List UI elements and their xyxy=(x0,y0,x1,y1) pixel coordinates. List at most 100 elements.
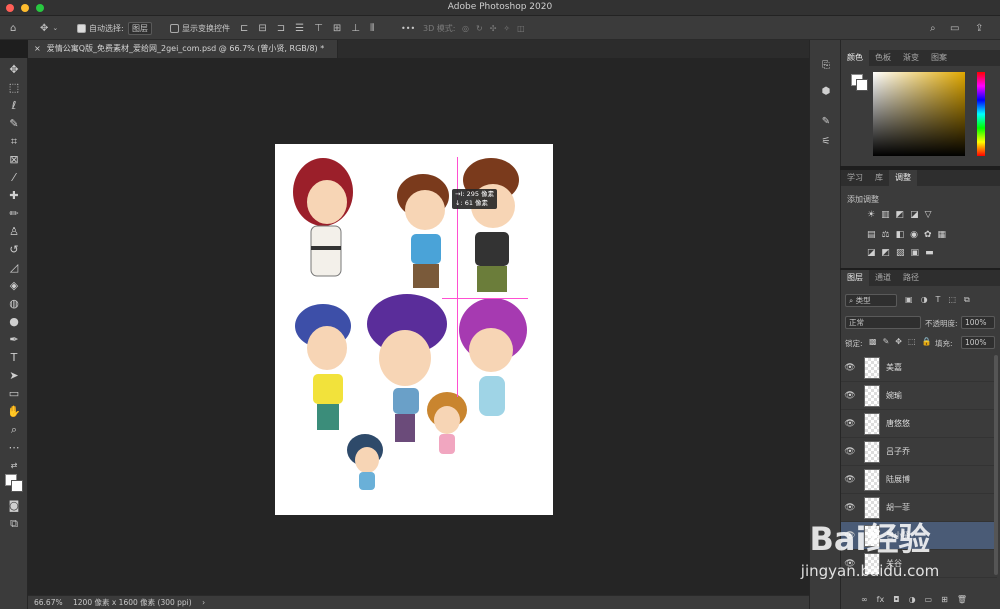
filter-adjustment-icon[interactable]: ◑ xyxy=(921,295,928,305)
tab-adjustments[interactable]: 调整 xyxy=(889,170,917,186)
filter-type-icon[interactable]: T xyxy=(936,295,941,305)
delete-layer-icon[interactable]: 🗑 xyxy=(957,595,967,604)
align-middle-icon[interactable]: ⊞ xyxy=(333,23,341,34)
layer-style-icon[interactable]: fx xyxy=(877,595,885,604)
invert-icon[interactable]: ◪ xyxy=(867,248,876,258)
background-color-swatch[interactable] xyxy=(11,480,23,492)
tab-swatches[interactable]: 色板 xyxy=(869,50,897,66)
filter-smart-icon[interactable]: ⧉ xyxy=(964,295,970,305)
layer-row[interactable]: 👁 婉瑜 xyxy=(841,382,997,410)
show-transform-checkbox[interactable]: 显示变换控件 xyxy=(170,21,230,35)
curves-icon[interactable]: ◩ xyxy=(896,210,905,220)
layer-row[interactable]: 👁 美嘉 xyxy=(841,354,997,382)
zoom-tool-icon[interactable]: ⌕ xyxy=(4,422,24,438)
brush-tool-icon[interactable]: ✏ xyxy=(4,206,24,222)
visibility-eye-icon[interactable]: 👁 xyxy=(841,363,859,373)
dodge-tool-icon[interactable]: ● xyxy=(4,314,24,330)
align-right-icon[interactable]: ⊐ xyxy=(277,23,285,34)
lock-image-icon[interactable]: ✎ xyxy=(883,337,890,346)
align-left-icon[interactable]: ⊏ xyxy=(240,23,248,34)
lasso-tool-icon[interactable]: ℓ xyxy=(4,98,24,114)
color-picker-field[interactable] xyxy=(873,72,965,156)
properties-panel-icon[interactable]: ⚟ xyxy=(817,134,835,150)
fill-input[interactable]: 100% xyxy=(961,336,995,349)
photo-filter-icon[interactable]: ◉ xyxy=(910,230,918,240)
3d-slide-icon[interactable]: ✧ xyxy=(503,24,510,33)
new-layer-icon[interactable]: ⊞ xyxy=(941,595,948,604)
tab-color[interactable]: 颜色 xyxy=(841,50,869,66)
panel-background-swatch[interactable] xyxy=(856,79,868,91)
document-canvas[interactable]: →I: 295 像素 ↓: 61 像素 xyxy=(275,144,553,515)
paint-bucket-icon[interactable]: ◈ xyxy=(4,278,24,294)
move-tool-preset[interactable]: ✥ ⌄ xyxy=(40,21,58,35)
rectangle-tool-icon[interactable]: ▭ xyxy=(4,386,24,402)
new-group-icon[interactable]: ▭ xyxy=(925,595,933,604)
layer-row[interactable]: 👁 吕子乔 xyxy=(841,438,997,466)
hand-tool-icon[interactable]: ✋ xyxy=(4,404,24,420)
layer-row[interactable]: 👁 胡一菲 xyxy=(841,494,997,522)
screen-mode-icon[interactable]: ⧉ xyxy=(4,516,24,532)
visibility-eye-icon[interactable]: 👁 xyxy=(841,391,859,401)
lock-artboard-icon[interactable]: ⬚ xyxy=(908,337,916,346)
new-adjustment-icon[interactable]: ◑ xyxy=(909,595,916,604)
visibility-eye-icon[interactable]: 👁 xyxy=(841,419,859,429)
hue-slider[interactable] xyxy=(977,72,985,156)
levels-icon[interactable]: ▥ xyxy=(881,210,890,220)
more-options-button[interactable]: ••• xyxy=(401,21,415,35)
3d-orbit-icon[interactable]: ◎ xyxy=(462,24,469,33)
tab-learn[interactable]: 学习 xyxy=(841,170,869,186)
history-panel-icon[interactable]: ⎘ xyxy=(817,58,835,74)
visibility-eye-icon[interactable]: 👁 xyxy=(841,447,859,457)
gradient-map-icon[interactable]: ▬ xyxy=(925,248,934,258)
color-balance-icon[interactable]: ⚖ xyxy=(882,230,890,240)
link-layers-icon[interactable]: ∞ xyxy=(861,595,868,604)
blend-mode-dropdown[interactable]: 正常 xyxy=(845,316,921,329)
filter-pixel-icon[interactable]: ▣ xyxy=(905,295,913,305)
brightness-icon[interactable]: ☀ xyxy=(867,210,875,220)
3d-pan-icon[interactable]: ✣ xyxy=(490,24,497,33)
tab-layers[interactable]: 图层 xyxy=(841,270,869,286)
posterize-icon[interactable]: ◩ xyxy=(882,248,891,258)
visibility-eye-icon[interactable]: 👁 xyxy=(841,503,859,513)
document-tab[interactable]: × 爱情公寓Q版_免费素材_爱给网_2gei_com.psd @ 66.7% (曾… xyxy=(28,40,338,58)
close-tab-icon[interactable]: × xyxy=(34,44,41,53)
path-select-icon[interactable]: ➤ xyxy=(4,368,24,384)
tab-channels[interactable]: 通道 xyxy=(869,270,897,286)
auto-select-dropdown[interactable]: 图层 xyxy=(128,21,152,35)
quick-select-tool-icon[interactable]: ✎ xyxy=(4,116,24,132)
lock-transparent-icon[interactable]: ▩ xyxy=(869,337,877,346)
3d-roll-icon[interactable]: ↻ xyxy=(476,24,483,33)
layer-filter-dropdown[interactable]: ⌕ 类型 xyxy=(845,294,897,307)
black-white-icon[interactable]: ◧ xyxy=(896,230,905,240)
visibility-eye-icon[interactable]: 👁 xyxy=(841,475,859,485)
align-center-icon[interactable]: ⊟ xyxy=(258,23,266,34)
distribute-icon[interactable]: ☰ xyxy=(295,23,304,34)
layer-row[interactable]: 👁 唐悠悠 xyxy=(841,410,997,438)
tab-paths[interactable]: 路径 xyxy=(897,270,925,286)
frame-tool-icon[interactable]: ⊠ xyxy=(4,152,24,168)
lock-position-icon[interactable]: ✥ xyxy=(895,337,902,346)
workspace-button[interactable]: ▭ xyxy=(950,21,959,35)
share-button[interactable]: ⇪ xyxy=(975,21,983,35)
add-mask-icon[interactable]: ◘ xyxy=(893,595,899,604)
layer-row[interactable]: 👁 陆展博 xyxy=(841,466,997,494)
selective-color-icon[interactable]: ▣ xyxy=(911,248,920,258)
healing-tool-icon[interactable]: ✚ xyxy=(4,188,24,204)
home-button[interactable]: ⌂ xyxy=(10,21,16,35)
zoom-level[interactable]: 66.67% xyxy=(34,598,63,607)
history-brush-icon[interactable]: ↺ xyxy=(4,242,24,258)
stamp-tool-icon[interactable]: ♙ xyxy=(4,224,24,240)
quick-mask-icon[interactable]: ◙ xyxy=(4,498,24,514)
more-tools-icon[interactable]: ⋯ xyxy=(4,440,24,456)
filter-shape-icon[interactable]: ⬚ xyxy=(948,295,956,305)
vibrance-icon[interactable]: ▽ xyxy=(925,210,932,220)
pen-tool-icon[interactable]: ✒ xyxy=(4,332,24,348)
distribute-v-icon[interactable]: ⦀ xyxy=(370,23,374,34)
auto-select-checkbox[interactable]: 自动选择: xyxy=(77,21,124,35)
blur-tool-icon[interactable]: ◍ xyxy=(4,296,24,312)
opacity-input[interactable]: 100% xyxy=(961,316,995,329)
tab-libraries[interactable]: 库 xyxy=(869,170,889,186)
layers-scrollbar[interactable] xyxy=(994,355,998,575)
tab-gradients[interactable]: 渐变 xyxy=(897,50,925,66)
color-lookup-icon[interactable]: ▦ xyxy=(938,230,947,240)
